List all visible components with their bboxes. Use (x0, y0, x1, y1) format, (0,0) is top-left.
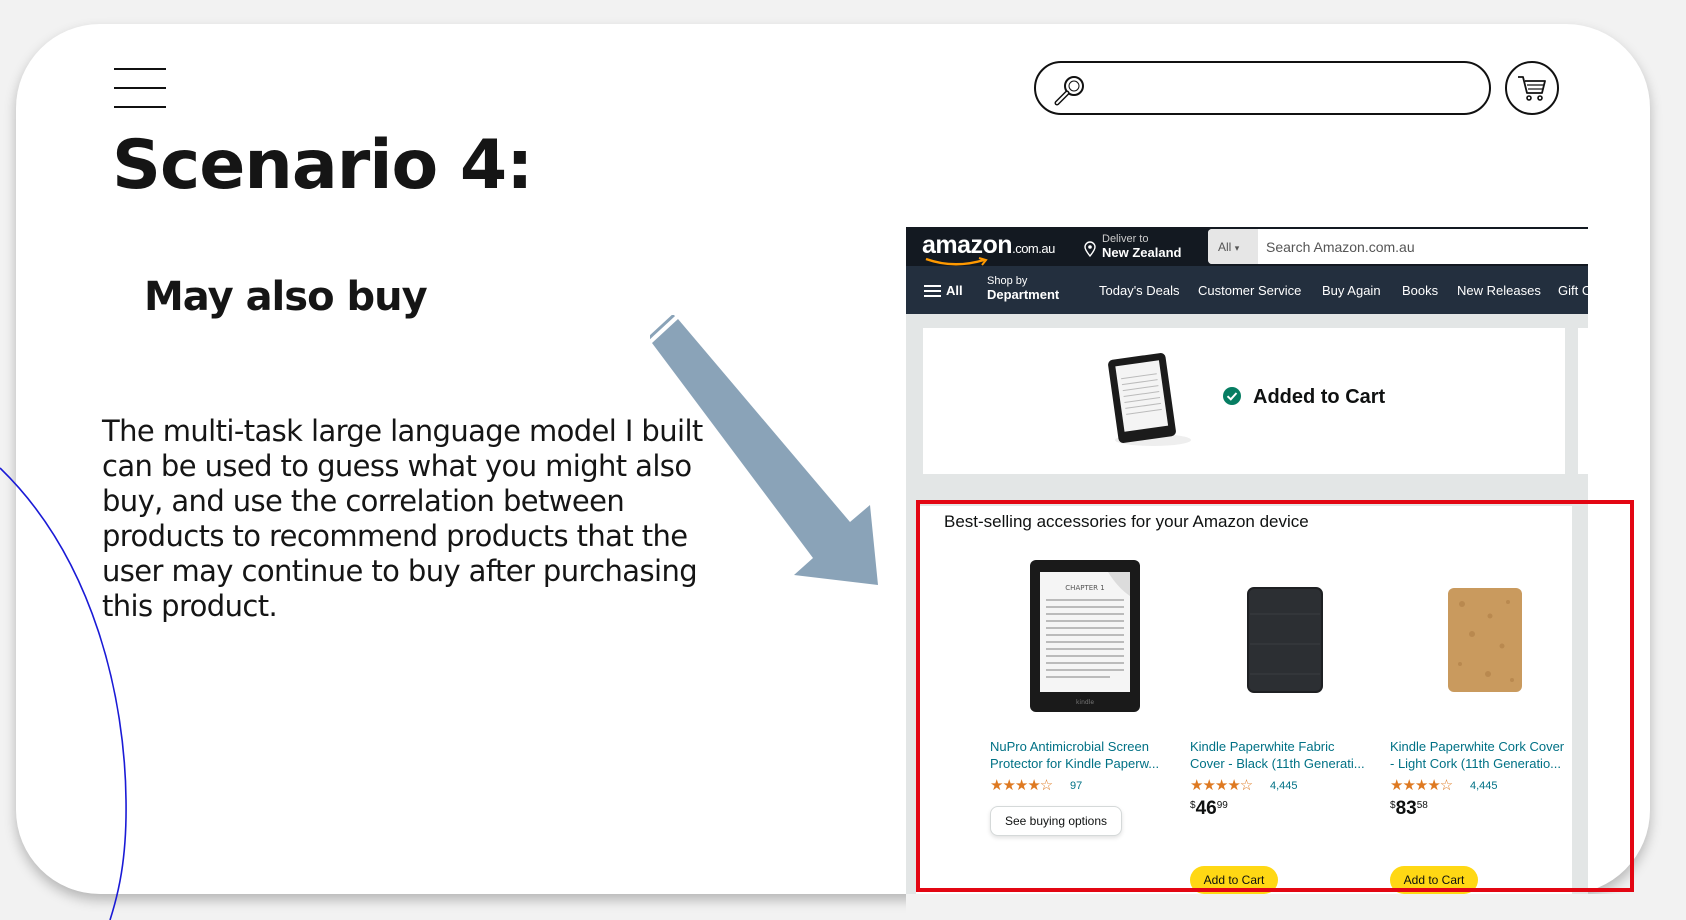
check-circle-icon (1223, 387, 1241, 405)
slide-subtitle: May also buy (144, 274, 428, 320)
hamburger-icon[interactable] (924, 284, 942, 298)
amazon-search-input[interactable]: Search Amazon.com.au (1266, 239, 1415, 255)
deliver-label: Deliver to (1102, 233, 1149, 245)
cart-icon (1518, 76, 1546, 101)
added-to-cart-label: Added to Cart (1253, 386, 1386, 408)
amazon-nav-bar: All Shop by Department Today's Deals Cus… (906, 266, 1588, 314)
added-to-cart-panel: Added to Cart (923, 328, 1565, 474)
nav-new-releases[interactable]: New Releases (1457, 283, 1541, 298)
highlight-frame (916, 500, 1634, 892)
side-panel-edge (1578, 328, 1588, 474)
amazon-logo[interactable]: amazon.com.au (922, 231, 1055, 260)
slide-body-text: The multi-task large language model I bu… (102, 414, 703, 623)
nav-todays-deals[interactable]: Today's Deals (1099, 283, 1180, 298)
menu-icon[interactable] (114, 68, 166, 108)
amazon-search-bar[interactable]: All ▾ Search Amazon.com.au (1208, 229, 1588, 264)
slide-title: Scenario 4: (112, 126, 533, 205)
cart-button[interactable] (1505, 61, 1559, 115)
search-bar[interactable] (1034, 61, 1491, 115)
kindle-thumbnail (1108, 353, 1191, 446)
nav-shop-by-department[interactable]: Shop by Department (987, 275, 1059, 301)
deliver-location: New Zealand (1102, 245, 1182, 260)
location-pin-icon (1084, 241, 1096, 257)
nav-buy-again[interactable]: Buy Again (1322, 283, 1381, 298)
slide-stage: Scenario 4: May also buy The multi-task … (0, 0, 1686, 920)
nav-gift-cards[interactable]: Gift C (1558, 283, 1588, 298)
nav-books[interactable]: Books (1402, 283, 1438, 298)
nav-customer-service[interactable]: Customer Service (1198, 283, 1301, 298)
pointer-arrow-icon (650, 315, 878, 585)
background-strip (906, 894, 1646, 920)
search-icon (1054, 76, 1084, 106)
search-category-dropdown[interactable]: All ▾ (1208, 229, 1258, 264)
nav-all[interactable]: All (946, 283, 963, 298)
amazon-header: amazon.com.au Deliver to New Zealand All… (906, 224, 1588, 266)
deliver-to[interactable]: Deliver to New Zealand (1102, 233, 1181, 259)
